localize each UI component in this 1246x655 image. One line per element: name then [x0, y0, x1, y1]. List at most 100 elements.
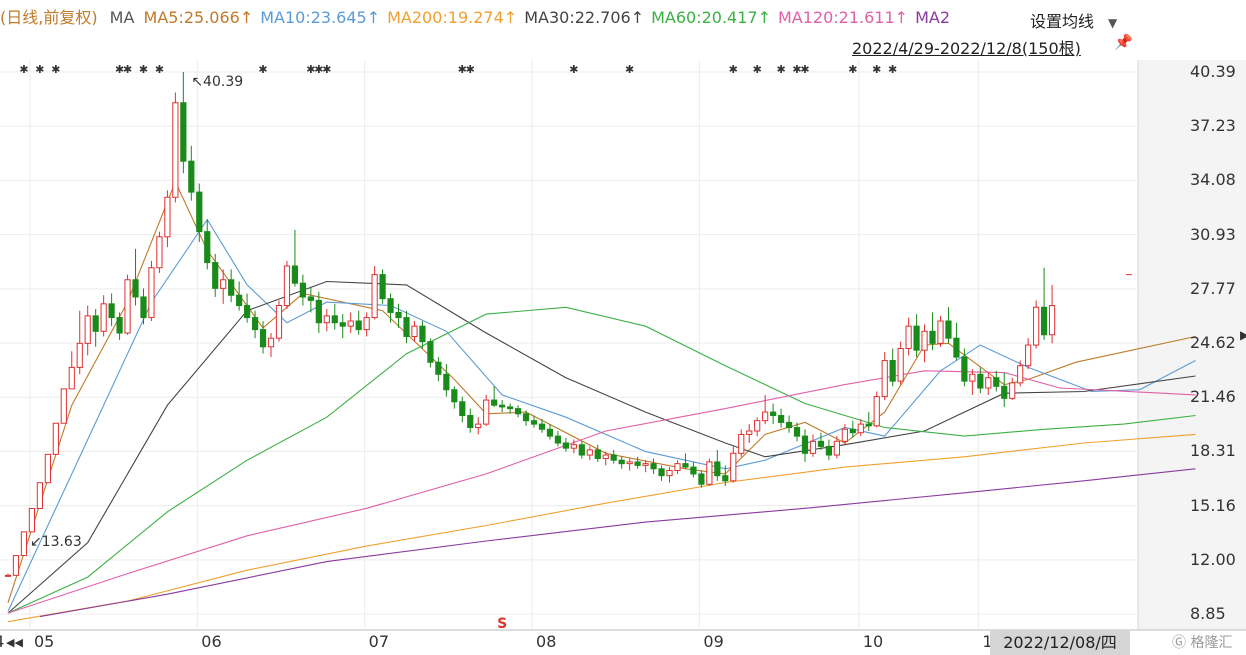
- y-tick-label: 27.77: [1190, 278, 1236, 298]
- candle-body: [937, 320, 944, 344]
- signal-marker: ✱: [753, 63, 762, 76]
- candle: [379, 269, 386, 304]
- signal-marker: ✱: [872, 63, 881, 76]
- candle-body: [785, 421, 793, 429]
- candle-body: [1025, 344, 1032, 367]
- candle-body: [419, 325, 426, 343]
- signal-marker: ✱: [569, 63, 578, 76]
- candle-body: [467, 415, 474, 429]
- candle: [156, 231, 163, 273]
- candle: [873, 391, 880, 428]
- chart-canvas[interactable]: ✱ ✱ ✱ ✱✱ ✱ ✱ ✱ ✱✱✱ ✱✱ ✱ ✱ ✱ ✱ ✱ ✱✱ ✱ ✱ ✱ ↖40.39↙13.63S: [0, 0, 1246, 655]
- candle-body: [777, 415, 785, 423]
- y-tick-label: 21.46: [1190, 387, 1236, 407]
- x-tick-label: 10: [862, 632, 884, 651]
- edge-arrow-icon[interactable]: ▶: [1240, 328, 1246, 342]
- date-range-label[interactable]: 2022/4/29-2022/12/8(150根): [852, 35, 1081, 59]
- candle-body: [403, 317, 410, 337]
- candle-body: [738, 433, 745, 454]
- y-tick-label: 34.08: [1190, 170, 1236, 190]
- candle-body: [1009, 382, 1016, 399]
- candle: [20, 531, 28, 557]
- candle-body: [594, 449, 601, 459]
- candle-body: [865, 423, 872, 427]
- candle-body: [347, 320, 354, 327]
- y-tick-label: 8.85: [1190, 604, 1226, 623]
- candle-body: [961, 356, 968, 382]
- legend-ma-label: MA: [109, 8, 135, 27]
- candle-body: [841, 428, 848, 442]
- signal-marker: ✱: [322, 63, 331, 76]
- candle-body: [499, 404, 506, 408]
- candle-body: [172, 102, 179, 198]
- crosshair-date: 2022/12/08/四: [990, 630, 1130, 655]
- legend-item: MA200:19.274↑: [387, 8, 518, 27]
- candle-body: [164, 196, 171, 238]
- candle-body: [124, 279, 131, 334]
- candle-body: [1033, 306, 1040, 346]
- candle-body: [809, 440, 817, 454]
- kline-chart[interactable]: ✱ ✱ ✱ ✱ ✱ ✱ ✱ ✱ ✱ ✱ ✱ ✱ ✱ ✱ ✱ ✱ ✱ ✱ ✱ ✱ ✱ ✱ ✱ ↖40.39 ↙13.63 S (日…: [0, 0, 1246, 655]
- x-tick-label: 06: [201, 632, 222, 651]
- candle: [52, 422, 59, 455]
- x-tick-label: 09: [703, 632, 724, 651]
- candle-body: [228, 279, 235, 296]
- candle-body: [730, 452, 737, 482]
- candle-body: [514, 408, 522, 415]
- candle-body: [770, 411, 777, 417]
- candle-body: [921, 330, 928, 351]
- candle-body: [251, 317, 259, 331]
- candle-body: [212, 262, 219, 289]
- pin-icon[interactable]: 📌: [1114, 33, 1133, 51]
- candle-body: [929, 330, 936, 344]
- candle-body: [1048, 305, 1056, 336]
- candle-body: [459, 401, 466, 417]
- scroll-left-icon[interactable]: ◀◀: [6, 636, 23, 649]
- y-tick-label: 37.23: [1190, 116, 1236, 136]
- legend-item: MA120:21.611↑: [777, 8, 909, 27]
- candle-body: [92, 315, 99, 332]
- x-tick-label: 4: [0, 632, 4, 651]
- watermark-text: 格隆汇: [1190, 635, 1233, 651]
- candle-body: [538, 423, 546, 430]
- candle-body: [291, 265, 299, 284]
- signal-marker: ✱: [848, 63, 857, 76]
- candle-body: [451, 389, 458, 403]
- candle-body: [873, 396, 880, 427]
- signal-marker: ✱: [139, 63, 148, 76]
- candle-body: [244, 305, 251, 319]
- y-tick-label: 40.39: [1190, 62, 1236, 81]
- candle: [706, 458, 713, 486]
- ma-settings-button[interactable]: 设置均线 ▼: [1030, 8, 1117, 32]
- candle: [60, 388, 67, 424]
- candle-body: [4, 574, 12, 577]
- candle-body: [443, 373, 450, 391]
- candle-body: [945, 320, 952, 339]
- candle-body: [889, 360, 896, 382]
- candle-body: [156, 236, 163, 269]
- signal-marker: ✱: [776, 63, 785, 76]
- candle-body: [491, 399, 498, 406]
- candle-body: [355, 320, 362, 331]
- candle-body: [849, 428, 856, 434]
- candle-body: [204, 231, 211, 264]
- candle-body: [180, 102, 187, 162]
- legend-item: MA60:20.417↑: [651, 8, 771, 27]
- candle-body: [259, 329, 267, 348]
- candle-body: [339, 322, 346, 327]
- candle-body: [674, 463, 681, 472]
- candle-body: [586, 449, 593, 456]
- candle-body: [283, 265, 291, 307]
- candle-body: [722, 475, 729, 482]
- candle: [1033, 300, 1040, 349]
- candle: [275, 300, 283, 342]
- candle-body: [371, 274, 378, 319]
- candle-body: [60, 388, 67, 424]
- candle-body: [76, 342, 83, 368]
- candle-body: [196, 191, 203, 233]
- candle-body: [1001, 385, 1008, 399]
- candle-body: [905, 325, 912, 349]
- candle-body: [435, 361, 442, 375]
- candle-body: [315, 299, 322, 324]
- legend-item: MA30:22.706↑: [524, 8, 645, 27]
